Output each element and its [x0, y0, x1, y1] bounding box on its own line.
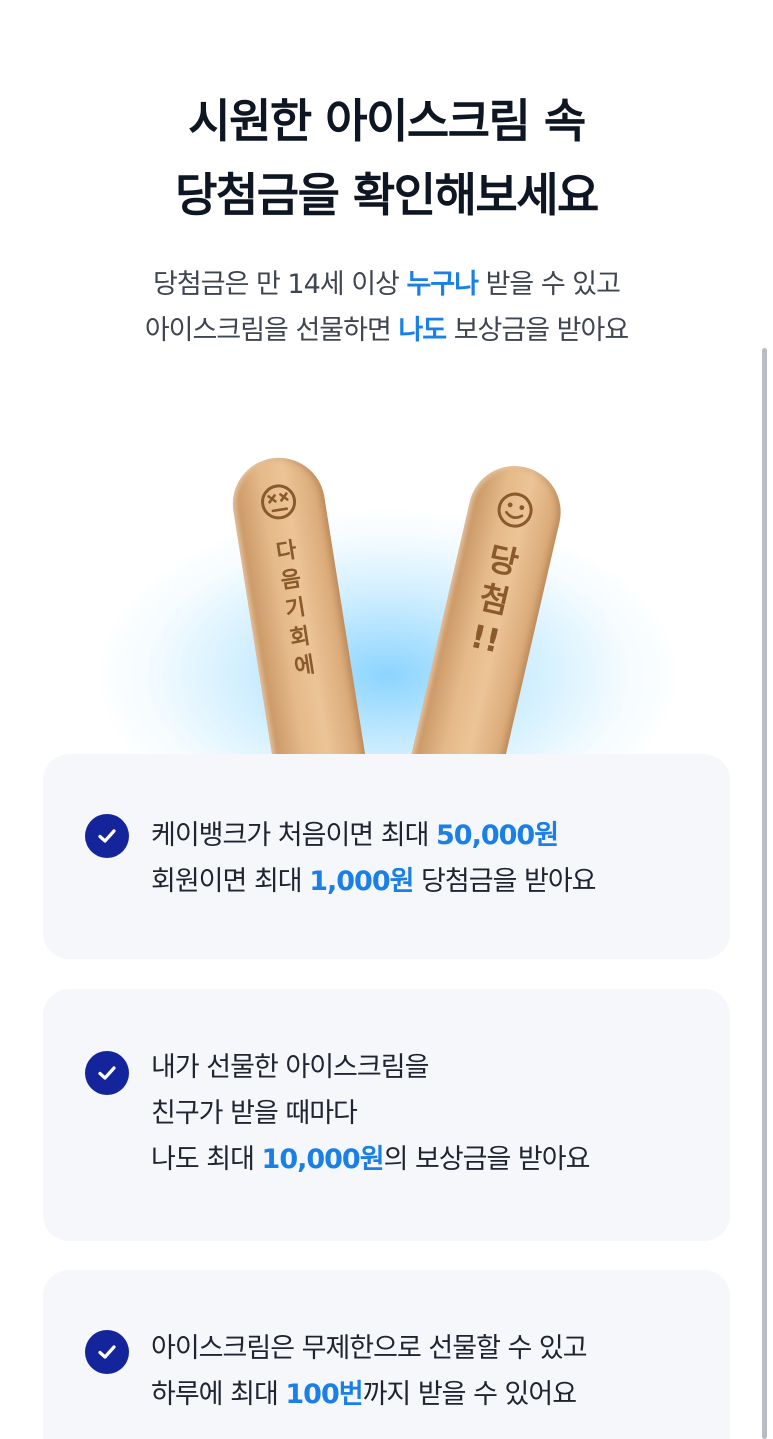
subtitle-text: 당첨금은 만 14세 이상	[153, 269, 407, 300]
subtitle-text: 보상금을 받아요	[446, 315, 629, 346]
benefit-text-part: 의 보상금을 받아요	[383, 1144, 591, 1175]
benefit-text-part: 까지 받을 수 있어요	[362, 1379, 577, 1410]
subtitle-line1: 당첨금은 만 14세 이상 누구나 받을 수 있고	[0, 262, 773, 308]
benefit-text-part: 회원이면 최대	[151, 866, 310, 897]
benefit-text: 내가 선물한 아이스크림을 친구가 받을 때마다 나도 최대 10,000원의 …	[151, 1045, 591, 1183]
dizzy-face-icon	[261, 484, 297, 520]
check-circle-icon	[85, 1051, 129, 1095]
benefit-card-gift-reward: 내가 선물한 아이스크림을 친구가 받을 때마다 나도 최대 10,000원의 …	[43, 989, 730, 1241]
benefit-card-new-customer: 케이뱅크가 처음이면 최대 50,000원 회원이면 최대 1,000원 당첨금…	[43, 754, 730, 959]
check-circle-icon	[85, 814, 129, 858]
benefit-line: 아이스크림은 무제한으로 선물할 수 있고	[151, 1333, 588, 1364]
benefit-text-part: 나도 최대	[151, 1144, 262, 1175]
benefit-text: 케이뱅크가 처음이면 최대 50,000원 회원이면 최대 1,000원 당첨금…	[151, 813, 597, 905]
benefit-text-part: 당첨금을 받아요	[413, 866, 596, 897]
benefit-line: 친구가 받을 때마다	[151, 1098, 358, 1129]
page-title-line2: 당첨금을 확인해보세요	[175, 168, 599, 222]
benefit-line: 케이뱅크가 처음이면 최대 50,000원	[151, 813, 596, 859]
page-title: 시원한 아이스크림 속 당첨금을 확인해보세요	[0, 84, 773, 232]
benefit-text-part: 하루에 최대	[151, 1379, 286, 1410]
subtitle-text: 받을 수 있고	[477, 269, 621, 300]
benefit-card-unlimited-gift: 아이스크림은 무제한으로 선물할 수 있고 하루에 최대 100번까지 받을 수…	[43, 1270, 730, 1439]
benefit-line: 회원이면 최대 1,000원 당첨금을 받아요	[151, 859, 597, 905]
ice-cream-stick-illustration: 다 음 기 회 에 당 첨 !!	[0, 400, 773, 756]
page-title-line1: 시원한 아이스크림 속	[188, 94, 586, 148]
check-circle-icon	[85, 1330, 129, 1374]
benefit-amount: 1,000원	[309, 866, 414, 897]
benefit-line: 내가 선물한 아이스크림을	[151, 1052, 429, 1083]
event-page: 시원한 아이스크림 속 당첨금을 확인해보세요 당첨금은 만 14세 이상 누구…	[0, 0, 773, 1439]
scrollbar[interactable]	[762, 348, 767, 1439]
benefit-line: 하루에 최대 100번까지 받을 수 있어요	[151, 1372, 587, 1418]
benefit-text-part: 케이뱅크가 처음이면 최대	[151, 820, 436, 851]
benefit-amount: 10,000원	[261, 1144, 385, 1175]
subtitle-text: 아이스크림을 선물하면	[144, 315, 399, 346]
benefit-text: 아이스크림은 무제한으로 선물할 수 있고 하루에 최대 100번까지 받을 수…	[151, 1326, 588, 1418]
blue-glow-background	[100, 510, 675, 756]
subtitle-highlight: 누구나	[406, 269, 479, 300]
benefit-amount: 100번	[285, 1379, 363, 1410]
subtitle-line2: 아이스크림을 선물하면 나도 보상금을 받아요	[0, 308, 773, 354]
smiley-face-icon	[497, 492, 533, 528]
benefit-amount: 50,000원	[436, 820, 559, 851]
page-subtitle: 당첨금은 만 14세 이상 누구나 받을 수 있고 아이스크림을 선물하면 나도…	[0, 262, 773, 354]
subtitle-highlight: 나도	[398, 315, 447, 346]
benefit-line: 나도 최대 10,000원의 보상금을 받아요	[151, 1137, 591, 1183]
